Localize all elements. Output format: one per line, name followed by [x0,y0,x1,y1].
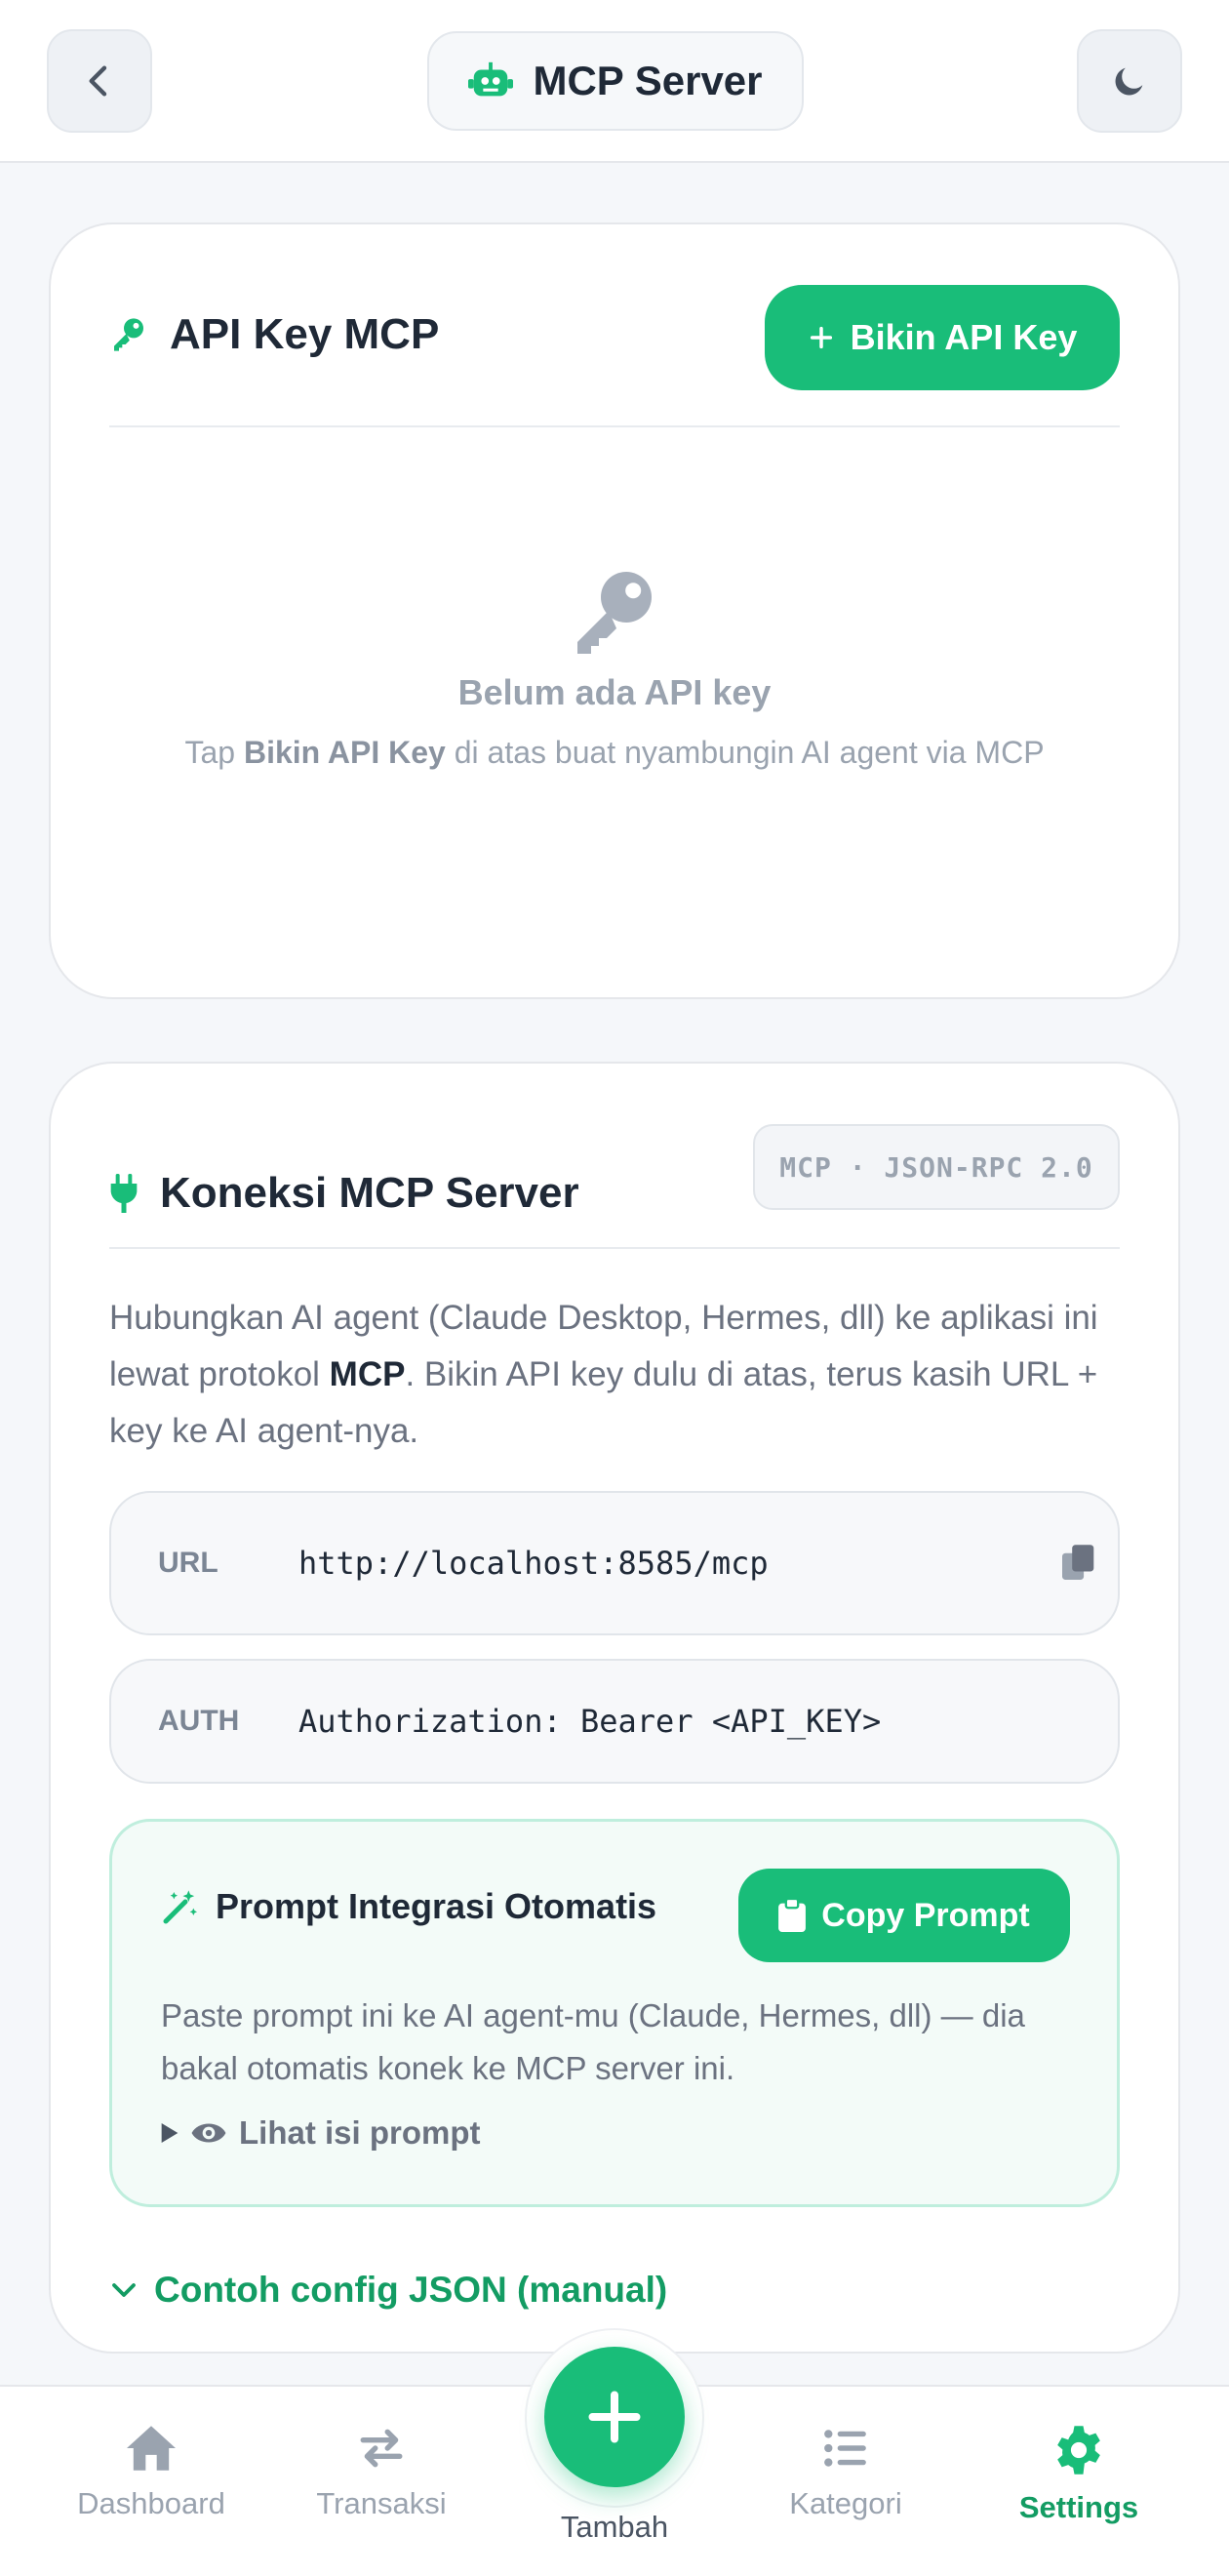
plug-icon [110,1174,138,1213]
copy-icon [1062,1545,1094,1580]
chevron-down-icon [112,2283,136,2297]
prompt-integration-description: Paste prompt ini ke AI agent-mu (Claude,… [161,1997,1025,2086]
empty-state: Belum ada API key Tap Bikin API Key di a… [51,566,1178,771]
url-field: URL http://localhost:8585/mcp [109,1491,1120,1635]
connection-description: Hubungkan AI agent (Claude Desktop, Herm… [109,1299,1098,1450]
protocol-badge: MCP · JSON-RPC 2.0 [753,1124,1120,1210]
auth-value: Authorization: Bearer <API_KEY> [298,1703,882,1740]
auth-label: AUTH [158,1705,240,1737]
auth-field: AUTH Authorization: Bearer <API_KEY> [109,1659,1120,1784]
swap-icon [360,2429,403,2468]
prompt-integration-title: Prompt Integrasi Otomatis [216,1886,657,1926]
create-api-key-label: Bikin API Key [850,317,1078,357]
nav-label-settings: Settings [1018,2490,1139,2524]
api-key-card-title: API Key MCP [170,310,440,358]
divider [109,425,1120,427]
empty-state-title: Belum ada API key [457,672,772,712]
home-icon [127,2426,176,2471]
plus-icon [588,2391,641,2443]
copy-url-button[interactable] [1040,1545,1118,1582]
nav-item-dashboard[interactable]: Dashboard [54,2424,249,2521]
page-title: MCP Server [533,58,763,103]
nav-label-tambah: Tambah [560,2510,669,2544]
magic-wand-icon [163,1890,197,1924]
prompt-integration-box: Prompt Integrasi Otomatis Copy Prompt Pa… [109,1819,1120,2207]
list-icon [824,2430,866,2467]
json-config-label: Contoh config JSON (manual) [154,2270,668,2310]
connection-card-title: Koneksi MCP Server [160,1169,579,1217]
divider [109,1247,1120,1249]
nav-label-transaksi: Transaksi [316,2486,447,2520]
show-prompt-toggle[interactable]: Lihat isi prompt [161,2114,481,2152]
nav-label-kategori: Kategori [789,2486,902,2520]
nav-item-transaksi[interactable]: Transaksi [284,2424,479,2521]
plus-icon [810,326,832,349]
add-transaction-button[interactable] [544,2347,685,2487]
copy-prompt-button[interactable]: Copy Prompt [738,1869,1070,1962]
url-label: URL [158,1547,218,1579]
prompt-integration-header: Prompt Integrasi Otomatis [161,1886,656,1927]
json-config-toggle[interactable]: Contoh config JSON (manual) [109,2270,667,2311]
gear-icon [1057,2426,1100,2475]
robot-icon [468,61,514,97]
page-title-pill: MCP Server [427,31,804,131]
key-empty-icon [577,572,652,654]
triangle-right-icon [161,2123,178,2143]
copy-prompt-label: Copy Prompt [821,1896,1030,1934]
key-icon [114,318,143,351]
chevron-left-icon [89,65,107,97]
show-prompt-label: Lihat isi prompt [239,2114,481,2151]
create-api-key-button[interactable]: Bikin API Key [765,285,1120,390]
api-key-card: API Key MCP Bikin API Key Belum ada API … [49,222,1180,999]
clipboard-icon [778,1899,807,1932]
moon-icon [1115,67,1143,96]
nav-item-kategori[interactable]: Kategori [748,2424,943,2521]
theme-toggle-button[interactable] [1077,29,1182,133]
back-button[interactable] [47,29,152,133]
app-header: MCP Server [0,0,1229,163]
eye-icon [191,2123,226,2143]
nav-item-settings[interactable]: Settings [981,2424,1176,2525]
mcp-connection-card: Koneksi MCP Server MCP · JSON-RPC 2.0 Hu… [49,1062,1180,2354]
nav-label-dashboard: Dashboard [77,2486,225,2520]
url-value: http://localhost:8585/mcp [298,1545,769,1582]
empty-state-subtitle: Tap Bikin API Key di atas buat nyambungi… [184,735,1045,770]
